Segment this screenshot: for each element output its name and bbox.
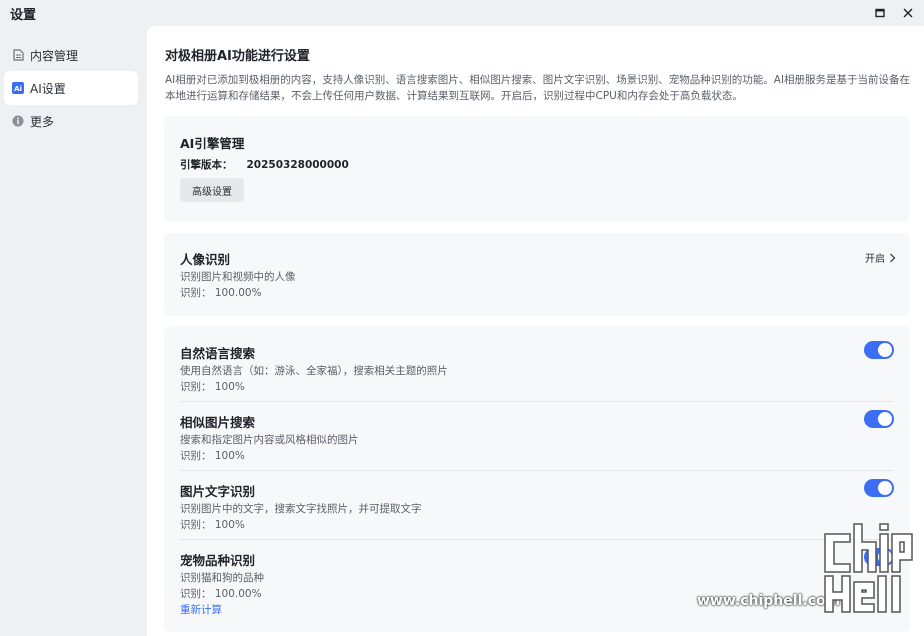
- engine-version-label: 引擎版本：: [180, 159, 233, 171]
- portrait-title: 人像识别: [180, 252, 231, 267]
- similar-image-search-toggle[interactable]: [864, 410, 894, 428]
- portrait-desc: 识别图片和视频中的人像: [180, 271, 296, 283]
- svg-text:Ai: Ai: [14, 85, 22, 93]
- divider: [180, 401, 894, 402]
- chevron-right-icon: [890, 253, 896, 262]
- engine-version: 引擎版本： 20250328000000: [180, 157, 363, 172]
- sidebar-item-content-management[interactable]: 内容管理: [4, 38, 138, 72]
- watermark-logo: [820, 520, 916, 620]
- engine-version-value: 20250328000000: [246, 159, 349, 171]
- feature-desc: 识别猫和狗的品种: [180, 572, 264, 584]
- document-icon: [12, 49, 24, 61]
- divider: [180, 539, 894, 540]
- sidebar-item-more[interactable]: 更多: [4, 104, 138, 138]
- sidebar-item-ai-settings[interactable]: Ai AI设置: [4, 71, 138, 105]
- feature-desc: 使用自然语言（如：游泳、全家福），搜索相关主题的照片: [180, 365, 448, 377]
- feature-title: 图片文字识别: [180, 484, 256, 499]
- feature-title: 宠物品种识别: [180, 553, 256, 568]
- feature-stat: 识别： 100%: [180, 519, 245, 531]
- more-icon: [12, 115, 24, 127]
- settings-panel: 对极相册AI功能进行设置 AI相册对已添加到极相册的内容，支持人像识别、语言搜索…: [147, 26, 924, 636]
- close-button[interactable]: [900, 5, 916, 21]
- window-controls: [872, 5, 916, 21]
- sidebar-item-label: 内容管理: [30, 48, 79, 63]
- title-bar: 设置: [0, 0, 924, 26]
- feature-title: 相似图片搜索: [180, 415, 256, 430]
- portrait-stat: 识别： 100.00%: [180, 287, 262, 299]
- features-card: 自然语言搜索 使用自然语言（如：游泳、全家福），搜索相关主题的照片 识别： 10…: [164, 326, 910, 632]
- page-title: 对极相册AI功能进行设置: [165, 49, 310, 64]
- advanced-settings-button[interactable]: 高级设置: [180, 178, 244, 202]
- natural-language-search-toggle[interactable]: [864, 341, 894, 359]
- portrait-status-label: 开启: [865, 254, 885, 265]
- feature-stat: 识别： 100.00%: [180, 588, 262, 600]
- close-icon: [903, 8, 913, 18]
- feature-stat: 识别： 100%: [180, 450, 245, 462]
- maximize-icon: [875, 8, 885, 18]
- engine-title: AI引擎管理: [180, 136, 245, 151]
- intro-text: AI相册对已添加到极相册的内容，支持人像识别、语言搜索图片、相似图片搜索、图片文…: [165, 74, 911, 102]
- portrait-status-link[interactable]: 开启: [865, 250, 896, 265]
- sidebar-item-label: 更多: [30, 114, 55, 129]
- ai-icon: Ai: [12, 82, 24, 94]
- maximize-button[interactable]: [872, 5, 888, 21]
- watermark-site: www.chiphell.com: [697, 593, 841, 609]
- image-text-recognition-toggle[interactable]: [864, 479, 894, 497]
- recalculate-link[interactable]: 重新计算: [180, 602, 222, 617]
- portrait-recognition-card[interactable]: 人像识别 识别图片和视频中的人像 识别： 100.00% 开启: [164, 233, 910, 316]
- ai-engine-card: AI引擎管理 引擎版本： 20250328000000 高级设置: [164, 116, 910, 222]
- sidebar-item-label: AI设置: [30, 81, 66, 96]
- divider: [180, 470, 894, 471]
- feature-stat: 识别： 100%: [180, 381, 245, 393]
- window-title: 设置: [10, 7, 37, 23]
- sidebar: 内容管理 Ai AI设置 更多: [0, 26, 146, 636]
- feature-desc: 识别图片中的文字，搜索文字找照片，并可提取文字: [180, 503, 422, 515]
- feature-desc: 搜索和指定图片内容或风格相似的图片: [180, 434, 359, 446]
- feature-title: 自然语言搜索: [180, 346, 256, 361]
